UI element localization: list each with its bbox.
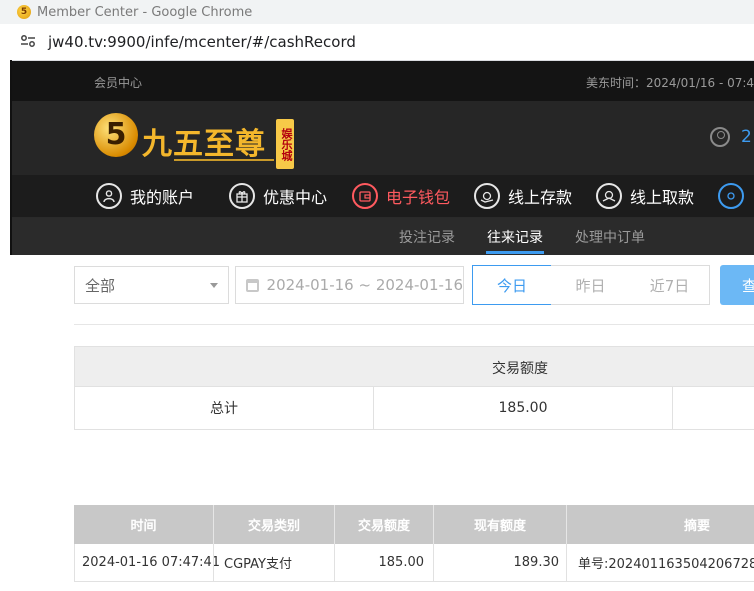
est-time-label: 美东时间：2024/01/16 - 07:47	[586, 76, 754, 90]
site-logo[interactable]: 5 九五至尊 娱乐城	[94, 111, 304, 169]
cell-amount: 185.00	[378, 555, 425, 570]
nav-item-label: 线上取款	[630, 188, 695, 207]
site-header: 5 九五至尊 娱乐城 2	[12, 101, 754, 175]
nav-item-my-account[interactable]: 我的账户	[96, 180, 194, 212]
table-row: 2024-01-16 07:47:41 CGPAY支付 185.00 189.3…	[74, 544, 754, 582]
more-icon	[718, 183, 744, 209]
summary-row: 总计 185.00	[74, 386, 754, 430]
cell-time: 2024-01-16 07:47:41	[82, 555, 221, 570]
nav-item-online-withdraw[interactable]: 线上取款	[596, 180, 694, 212]
nav-item-label: 电子钱包	[386, 188, 451, 207]
section-divider	[74, 324, 754, 325]
url-text[interactable]: jw40.tv:9900/infe/mcenter/#/cashRecord	[48, 33, 356, 51]
main-nav: 我的账户 优惠中心 电子钱包 线上存款 线上取款	[12, 175, 754, 218]
logo-ornament	[174, 159, 274, 165]
user-circle-icon	[96, 183, 122, 209]
date-range-picker[interactable]: 2024-01-16 ~ 2024-01-16	[235, 266, 464, 304]
logo-mark-icon: 5	[94, 113, 138, 157]
cell-balance: 189.30	[513, 555, 560, 570]
tab-bet-records[interactable]: 投注记录	[399, 227, 455, 247]
column-header-type: 交易类别	[247, 519, 300, 534]
column-header-balance: 现有额度	[473, 519, 526, 534]
nav-item-label: 线上存款	[508, 188, 573, 207]
window-titlebar: 5 Member Center - Google Chrome	[0, 0, 754, 24]
summary-header: 交易额度	[74, 346, 754, 387]
quick-filter-today[interactable]: 今日	[472, 265, 552, 305]
nav-item-online-deposit[interactable]: 线上存款	[474, 180, 572, 212]
user-number-partial[interactable]: 2	[741, 127, 752, 147]
active-tab-indicator	[486, 251, 544, 254]
selected-type: 全部	[85, 276, 116, 295]
nav-item-label: 优惠中心	[263, 188, 328, 207]
nav-item-label: 我的账户	[130, 188, 195, 207]
site-info-icon[interactable]	[20, 34, 38, 51]
date-range-value: 2024-01-16 ~ 2024-01-16	[266, 276, 463, 294]
tab-pending-orders[interactable]: 处理中订单	[575, 227, 645, 247]
user-avatar-icon[interactable]	[710, 127, 730, 147]
column-header-time: 时间	[130, 519, 157, 534]
nav-item-e-wallet[interactable]: 电子钱包	[352, 180, 450, 212]
gift-icon	[229, 183, 255, 209]
withdraw-icon	[596, 183, 622, 209]
logo-tag: 娱乐城	[276, 119, 294, 169]
records-table-header: 时间 交易类别 交易额度 现有额度 摘要	[74, 505, 754, 544]
tab-transaction-records[interactable]: 往来记录	[487, 227, 543, 247]
quick-filter-yesterday[interactable]: 昨日	[551, 265, 631, 305]
record-subnav: 投注记录 往来记录 处理中订单	[12, 218, 754, 255]
transaction-type-select[interactable]: 全部	[74, 266, 229, 304]
member-center-link[interactable]: 会员中心	[94, 74, 142, 91]
search-button[interactable]: 查	[720, 265, 754, 305]
cell-type: CGPAY支付	[224, 557, 292, 572]
chevron-down-icon	[210, 283, 218, 288]
summary-total-label: 总计	[210, 401, 238, 417]
site-topbar: 会员中心 美东时间：2024/01/16 - 07:47	[12, 61, 754, 101]
calendar-icon	[246, 278, 259, 292]
nav-item-promotions[interactable]: 优惠中心	[229, 180, 327, 212]
page-left-edge	[0, 60, 12, 591]
site-favicon-icon: 5	[17, 5, 31, 19]
summary-header-label: 交易额度	[492, 361, 548, 377]
deposit-icon	[474, 183, 500, 209]
column-header-summary: 摘要	[683, 519, 710, 534]
column-header-amount: 交易额度	[357, 519, 410, 534]
wallet-icon	[352, 183, 378, 209]
summary-total-value: 185.00	[498, 400, 548, 416]
address-bar[interactable]: jw40.tv:9900/infe/mcenter/#/cashRecord	[0, 24, 754, 61]
cell-summary: 单号:202401163504206728	[578, 557, 754, 572]
nav-item-overflow[interactable]	[718, 180, 752, 212]
window-title: Member Center - Google Chrome	[37, 4, 253, 20]
logo-brand-text: 九五至尊	[142, 127, 266, 162]
quick-filter-7-days[interactable]: 近7日	[630, 265, 710, 305]
